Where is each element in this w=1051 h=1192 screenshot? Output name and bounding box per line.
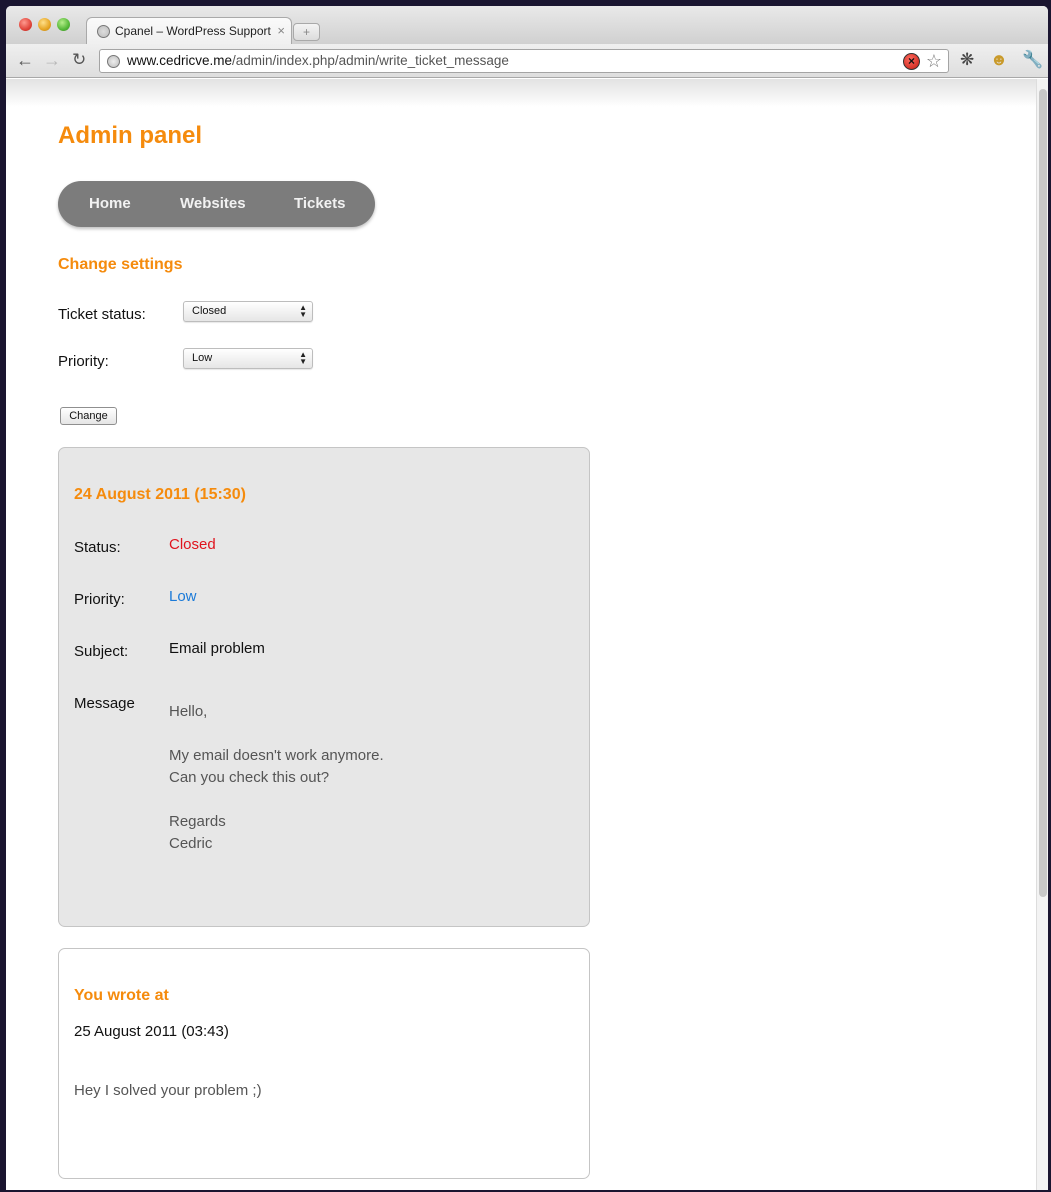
message-line: Can you check this out? bbox=[169, 769, 330, 786]
address-bar[interactable]: www.cedricve.me/admin/index.php/admin/wr… bbox=[99, 49, 949, 73]
reply-message: You wrote at 25 August 2011 (03:43) Hey … bbox=[58, 948, 590, 1179]
priority-value: Low bbox=[169, 588, 197, 605]
priority-label: Priority: bbox=[58, 353, 109, 370]
change-button[interactable]: Change bbox=[60, 407, 117, 425]
priority-value: Low bbox=[192, 352, 213, 364]
message-line: My email doesn't work anymore. bbox=[169, 747, 384, 764]
message-line: Hello, bbox=[169, 703, 208, 720]
message-label: Message bbox=[74, 695, 135, 712]
maximize-window-icon[interactable] bbox=[57, 18, 70, 31]
url-path: /admin/index.php/admin/write_ticket_mess… bbox=[232, 53, 509, 68]
page-viewport: Admin panel Home Websites Tickets Change… bbox=[6, 79, 1036, 1190]
globe-icon bbox=[107, 55, 120, 68]
page-title: Admin panel bbox=[58, 122, 203, 149]
select-arrows-icon: ▲ ▼ bbox=[299, 303, 307, 319]
url-host: www.cedricve.me bbox=[127, 53, 233, 68]
ticket-status-value: Closed bbox=[192, 305, 227, 317]
close-window-icon[interactable] bbox=[19, 18, 32, 31]
extension-icon[interactable]: ❋ bbox=[960, 50, 974, 70]
ticket-status-select[interactable]: Closed ▲ ▼ bbox=[183, 301, 313, 322]
subject-value: Email problem bbox=[169, 640, 265, 657]
new-tab-button[interactable]: + bbox=[293, 23, 320, 41]
globe-icon bbox=[97, 25, 110, 38]
back-icon[interactable]: ← bbox=[16, 50, 34, 71]
browser-window: Cpanel – WordPress Support × + ← → ↻ www… bbox=[6, 6, 1048, 1190]
status-label: Status: bbox=[74, 539, 121, 556]
scrollbar-thumb[interactable] bbox=[1039, 89, 1047, 897]
message-line: Regards bbox=[169, 813, 226, 830]
nav-item-websites[interactable]: Websites bbox=[180, 195, 246, 212]
select-arrows-icon: ▲ ▼ bbox=[299, 350, 307, 366]
forward-icon[interactable]: → bbox=[43, 50, 61, 71]
reply-title: You wrote at bbox=[74, 987, 169, 1004]
stop-icon[interactable]: × bbox=[903, 53, 920, 70]
browser-toolbar: ← → ↻ www.cedricve.me/admin/index.php/ad… bbox=[6, 44, 1048, 78]
priority-select[interactable]: Low ▲ ▼ bbox=[183, 348, 313, 369]
subject-label: Subject: bbox=[74, 643, 129, 660]
browser-tab[interactable]: Cpanel – WordPress Support × bbox=[86, 17, 292, 45]
reload-icon[interactable]: ↻ bbox=[72, 50, 86, 70]
minimize-window-icon[interactable] bbox=[38, 18, 51, 31]
ticket-details: 24 August 2011 (15:30) Status: Closed Pr… bbox=[58, 447, 590, 927]
ticket-date: 24 August 2011 (15:30) bbox=[74, 486, 246, 503]
tab-close-icon[interactable]: × bbox=[277, 23, 285, 38]
nav-item-home[interactable]: Home bbox=[89, 195, 131, 212]
reply-text: Hey I solved your problem ;) bbox=[74, 1082, 262, 1099]
main-nav: Home Websites Tickets bbox=[58, 181, 375, 227]
nav-item-tickets[interactable]: Tickets bbox=[294, 195, 345, 212]
tab-title: Cpanel – WordPress Support bbox=[115, 24, 271, 38]
message-line: Cedric bbox=[169, 835, 213, 852]
priority-label: Priority: bbox=[74, 591, 125, 608]
wrench-icon[interactable]: 🔧 bbox=[1022, 50, 1043, 70]
extension-icon[interactable]: ☻ bbox=[990, 50, 1008, 70]
title-bar: Cpanel – WordPress Support × + bbox=[6, 6, 1048, 45]
reply-date: 25 August 2011 (03:43) bbox=[74, 1023, 229, 1040]
ticket-status-label: Ticket status: bbox=[58, 306, 146, 323]
star-icon[interactable]: ☆ bbox=[926, 50, 942, 72]
status-value: Closed bbox=[169, 536, 216, 553]
vertical-scrollbar[interactable] bbox=[1036, 79, 1048, 1190]
section-title: Change settings bbox=[58, 256, 183, 273]
